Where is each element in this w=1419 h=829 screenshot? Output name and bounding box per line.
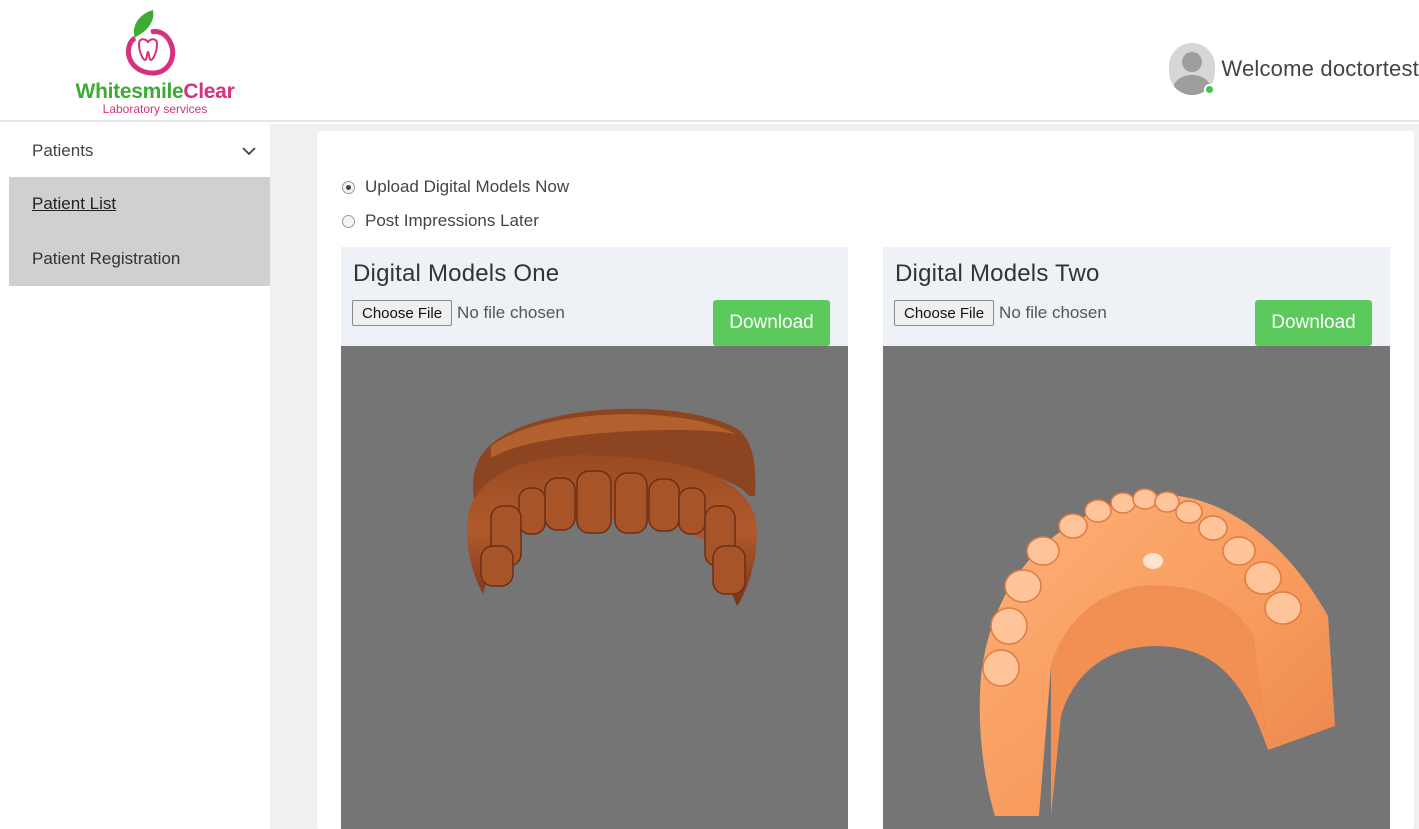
option-post-later-label: Post Impressions Later [365, 211, 539, 230]
brand-logo[interactable]: WhitesmileClear Laboratory services [40, 4, 270, 118]
option-upload-now-label: Upload Digital Models Now [365, 177, 570, 196]
file-input[interactable]: Choose File No file chosen [352, 300, 565, 326]
top-header: WhitesmileClear Laboratory services Welc… [0, 0, 1419, 122]
sidebar-item-patient-registration[interactable]: Patient Registration [32, 249, 180, 269]
download-button[interactable]: Download [1255, 300, 1372, 346]
option-upload-now[interactable]: Upload Digital Models Now [342, 177, 569, 197]
file-status: No file chosen [999, 303, 1107, 322]
brand-tagline: Laboratory services [102, 102, 208, 116]
lower-arch-model [979, 488, 1335, 816]
panel-digital-models-two: Digital Models Two Choose File No file c… [883, 247, 1390, 829]
online-status-dot [1204, 84, 1216, 95]
panel-title: Digital Models Two [895, 260, 1100, 287]
welcome-text: Welcome doctortest [1221, 56, 1419, 81]
model-viewer[interactable] [341, 346, 848, 829]
option-post-later[interactable]: Post Impressions Later [342, 211, 539, 231]
brand-name: WhitesmileClear [75, 80, 235, 103]
model-viewer[interactable] [883, 346, 1390, 829]
download-button[interactable]: Download [713, 300, 830, 346]
avatar[interactable] [1169, 43, 1216, 95]
logo-tooth-icon [125, 10, 176, 76]
panel-digital-models-one: Digital Models One Choose File No file c… [341, 247, 848, 829]
sidebar-section-label: Patients [32, 140, 94, 160]
sidebar: Patients Patient List Patient Registrati… [0, 124, 280, 829]
radio-upload-now[interactable] [342, 180, 355, 194]
radio-post-later[interactable] [342, 214, 355, 228]
panel-title: Digital Models One [353, 260, 560, 287]
sidebar-item-patient-list[interactable]: Patient List [32, 194, 116, 214]
file-status: No file chosen [457, 303, 565, 322]
sidebar-section-patients[interactable]: Patients [9, 124, 270, 177]
file-input[interactable]: Choose File No file chosen [894, 300, 1107, 326]
choose-file-button[interactable]: Choose File [894, 300, 995, 326]
upper-arch-model [466, 408, 757, 606]
choose-file-button[interactable]: Choose File [352, 300, 453, 326]
sidebar-submenu: Patient List Patient Registration [9, 177, 279, 286]
user-menu[interactable]: Welcome doctortest [1169, 42, 1419, 96]
chevron-down-icon [242, 146, 256, 155]
sidebar-divider [270, 124, 280, 829]
